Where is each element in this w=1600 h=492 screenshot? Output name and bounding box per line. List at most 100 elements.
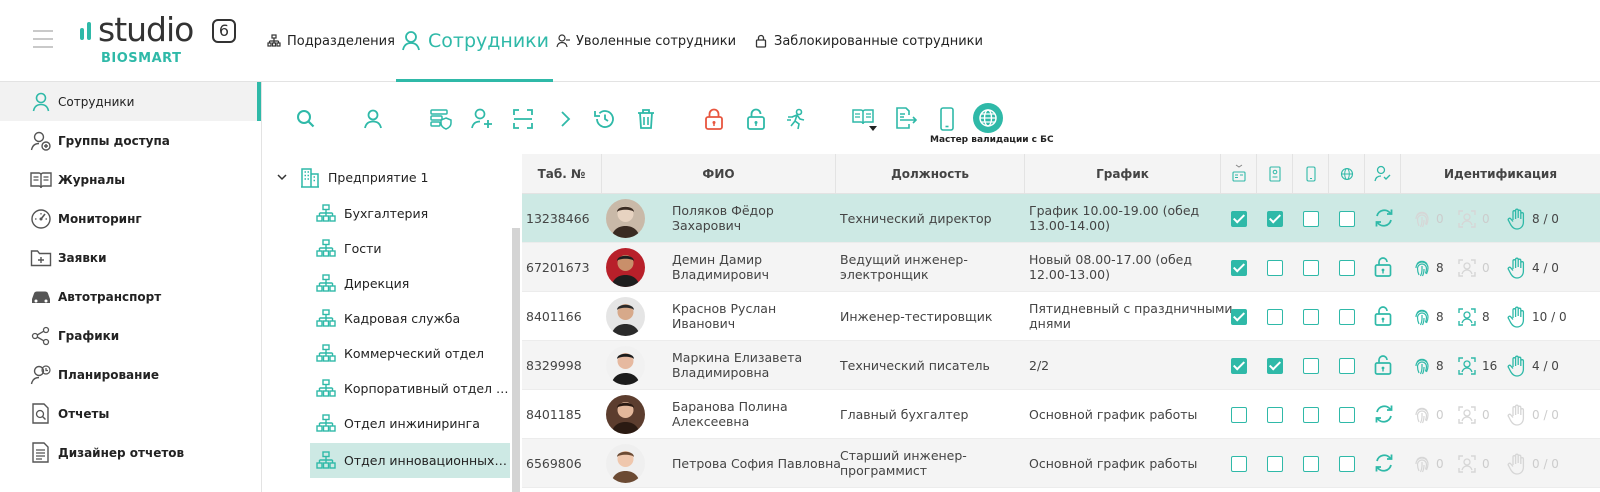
lock-icon[interactable]: [1373, 354, 1393, 380]
history-button[interactable]: [592, 106, 618, 132]
block-button[interactable]: [701, 106, 727, 132]
tree-node[interactable]: Гости: [310, 231, 510, 266]
next-button[interactable]: [552, 106, 578, 132]
row-checkbox-2[interactable]: [1267, 260, 1283, 276]
row-checkbox-3[interactable]: [1303, 211, 1319, 227]
col-web[interactable]: [1329, 154, 1365, 194]
access-settings-button[interactable]: [428, 106, 454, 132]
export-button[interactable]: [893, 106, 919, 132]
table-row[interactable]: 13238466 Поляков Фёдор Захарович Технически…: [522, 194, 1600, 243]
table-row[interactable]: 8401185 Баранова Полина Алексеевна Главный …: [522, 390, 1600, 439]
col-schedule[interactable]: График: [1025, 154, 1221, 194]
tab-departments[interactable]: Подразделения: [267, 0, 395, 82]
tab-blocked[interactable]: Заблокированные сотрудники: [754, 0, 983, 82]
row-checkbox-4[interactable]: [1339, 309, 1355, 325]
tree-node[interactable]: Бухгалтерия: [310, 196, 510, 231]
fingerprint-value: 0: [1436, 211, 1444, 226]
tree-node-selected[interactable]: Отдел инновационных р...: [310, 443, 510, 478]
row-checkbox-4[interactable]: [1339, 211, 1355, 227]
sidebar-item-requests[interactable]: Заявки: [0, 238, 261, 277]
scan-button[interactable]: [510, 106, 536, 132]
row-checkbox-2[interactable]: [1267, 309, 1283, 325]
menu-icon[interactable]: [33, 30, 53, 48]
lock-closed-icon: [705, 108, 723, 130]
tree-node[interactable]: Корпоративный отдел п...: [310, 371, 510, 406]
tab-dismissed[interactable]: Уволенные сотрудники: [556, 0, 736, 82]
row-checkbox-1[interactable]: [1231, 211, 1247, 227]
person-run-button[interactable]: [783, 106, 809, 132]
sidebar-item-employees[interactable]: Сотрудники: [0, 82, 261, 121]
sync-icon[interactable]: [1373, 452, 1395, 478]
row-checkbox-1[interactable]: [1231, 260, 1247, 276]
row-checkbox-3[interactable]: [1303, 358, 1319, 374]
tree-scrollbar[interactable]: [512, 228, 520, 492]
table-row[interactable]: 8329998 Маркина Елизавета Владимировна Техн…: [522, 341, 1600, 390]
col-sync[interactable]: [1365, 154, 1401, 194]
row-checkbox-2[interactable]: [1267, 211, 1283, 227]
delete-button[interactable]: [633, 106, 659, 132]
col-card[interactable]: [1221, 154, 1257, 194]
add-employee-button[interactable]: [360, 106, 386, 132]
col-pass[interactable]: [1257, 154, 1293, 194]
row-checkbox-2[interactable]: [1267, 407, 1283, 423]
lock-icon[interactable]: [1373, 256, 1393, 282]
add-to-group-button[interactable]: [469, 106, 495, 132]
chevron-down-icon[interactable]: [276, 171, 288, 183]
trash-icon: [638, 109, 654, 129]
sidebar-item-schedules[interactable]: Графики: [0, 316, 261, 355]
search-icon: [297, 110, 315, 128]
row-checkbox-4[interactable]: [1339, 358, 1355, 374]
col-position[interactable]: Должность: [836, 154, 1025, 194]
row-checkbox-1[interactable]: [1231, 407, 1247, 423]
row-checkbox-3[interactable]: [1303, 407, 1319, 423]
tree-node-label: Корпоративный отдел п...: [344, 381, 510, 396]
search-button[interactable]: [293, 106, 319, 132]
sidebar-item-planning[interactable]: Планирование: [0, 355, 261, 394]
sidebar-item-vehicles[interactable]: Автотранспорт: [0, 277, 261, 316]
mobile-button[interactable]: [934, 106, 960, 132]
row-checkbox-3[interactable]: [1303, 309, 1319, 325]
table-row[interactable]: 6569806 Петрова София Павловна Старший инж…: [522, 439, 1600, 488]
row-checkbox-2[interactable]: [1267, 358, 1283, 374]
tab-employees-label: Сотрудники: [428, 30, 549, 52]
tree-node[interactable]: Кадровая служба: [310, 301, 510, 336]
tree-root[interactable]: Предприятие 1: [276, 166, 428, 188]
sidebar-item-report-designer[interactable]: Дизайнер отчетов: [0, 433, 261, 472]
row-checkbox-4[interactable]: [1339, 456, 1355, 472]
sidebar-item-journals[interactable]: Журналы: [0, 160, 261, 199]
tab-employees[interactable]: Сотрудники: [396, 0, 553, 82]
sidebar-item-monitoring[interactable]: Мониторинг: [0, 199, 261, 238]
row-checkbox-1[interactable]: [1231, 309, 1247, 325]
tree-node[interactable]: Дирекция: [310, 266, 510, 301]
sync-icon[interactable]: [1373, 403, 1395, 429]
row-checkbox-1[interactable]: [1231, 456, 1247, 472]
unblock-button[interactable]: [743, 106, 769, 132]
lock-icon[interactable]: [1373, 305, 1393, 331]
journal-menu-button[interactable]: [852, 106, 878, 132]
tree-node[interactable]: Отдел инжиниринга: [310, 406, 510, 441]
table-row[interactable]: 67201673 Демин Дамир Владимирович Ведущий и…: [522, 243, 1600, 292]
col-fio[interactable]: ФИО: [602, 154, 836, 194]
row-checkbox-3[interactable]: [1303, 260, 1319, 276]
col-mobile[interactable]: [1293, 154, 1329, 194]
row-checkbox-2[interactable]: [1267, 456, 1283, 472]
col-tab-number[interactable]: Таб. №: [522, 154, 602, 194]
col-identification[interactable]: Идентификация: [1401, 154, 1600, 194]
sync-icon[interactable]: [1373, 207, 1395, 233]
sidebar-item-reports[interactable]: Отчеты: [0, 394, 261, 433]
row-checkbox-1[interactable]: [1231, 358, 1247, 374]
tree-node[interactable]: Коммерческий отдел: [310, 336, 510, 371]
validation-wizard-button[interactable]: [973, 103, 1003, 133]
fingerprint-value: 0: [1436, 456, 1444, 471]
smartphone-icon: [1305, 166, 1316, 182]
row-checkbox-3[interactable]: [1303, 456, 1319, 472]
row-checkbox-4[interactable]: [1339, 407, 1355, 423]
car-icon: [30, 286, 52, 308]
fingerprint-value: 8: [1436, 260, 1444, 275]
sidebar-item-access-groups[interactable]: Группы доступа: [0, 121, 261, 160]
toolbar: Мастер валидации с БС: [262, 82, 1600, 154]
row-checkbox-4[interactable]: [1339, 260, 1355, 276]
document-export-icon: [896, 107, 917, 129]
table-row[interactable]: 8401166 Краснов Руслан Иванович Инженер-тес…: [522, 292, 1600, 341]
fingerprint-value: 0: [1436, 407, 1444, 422]
